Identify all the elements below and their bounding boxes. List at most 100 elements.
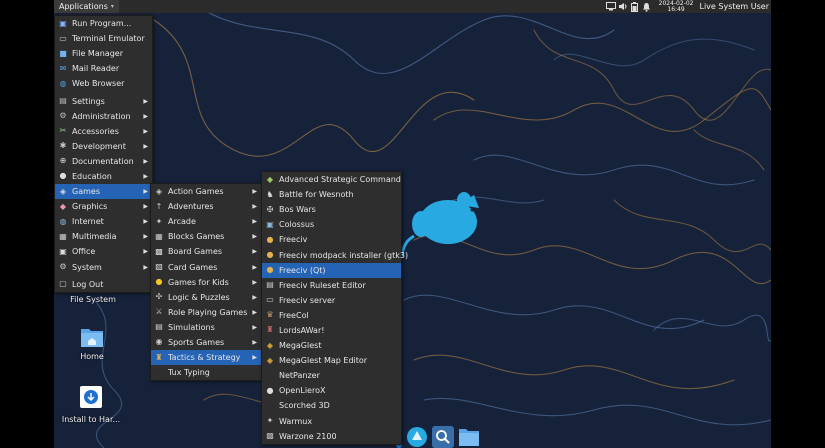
freeciv-icon: ● (266, 234, 274, 244)
dock-item-mouse[interactable] (406, 426, 428, 448)
education-icon: ● (59, 171, 67, 181)
desktop-icon-file-system[interactable]: File System (68, 295, 118, 304)
menu-item-graphics[interactable]: ◆ Graphics ▶ (55, 199, 152, 214)
menu-item-games[interactable]: ◈ Games ▶ (55, 184, 152, 200)
menu-item-file-manager[interactable]: ■ File Manager (55, 46, 152, 61)
menu-item-mail-reader[interactable]: ✉ Mail Reader (55, 61, 152, 76)
menu-item-web-browser[interactable]: ◍ Web Browser (55, 76, 152, 91)
menu-item-logic-puzzles[interactable]: ✣ Logic & Puzzles ▶ (151, 290, 261, 305)
megaglest-icon: ◆ (266, 340, 274, 350)
menu-item-documentation[interactable]: ⊕ Documentation ▶ (55, 154, 152, 169)
install-label: Install to Har... (61, 415, 121, 424)
menu-item-action-games[interactable]: ◈ Action Games ▶ (151, 184, 261, 199)
submenu-arrow-icon: ▶ (252, 233, 257, 241)
menu-item-administration[interactable]: ⚙ Administration ▶ (55, 109, 152, 124)
submenu-arrow-icon: ▶ (252, 338, 257, 346)
menu-item-tux-typing[interactable]: Tux Typing (151, 365, 261, 380)
submenu-arrow-icon: ▶ (143, 112, 148, 120)
menu-item-blocks-games[interactable]: ▦ Blocks Games ▶ (151, 229, 261, 244)
menu-item-colossus[interactable]: ▣ Colossus (262, 217, 401, 232)
menu-item-megaglest[interactable]: ◆ MegaGlest (262, 338, 401, 353)
menu-item-scorched-3d[interactable]: Scorched 3D (262, 398, 401, 413)
menu-item-education[interactable]: ● Education ▶ (55, 169, 152, 184)
top-panel: Applications ▾ 2024-02-02 16:49 Live Sys… (54, 0, 771, 13)
settings-icon: ▤ (59, 96, 67, 106)
menu-item-lordsawar[interactable]: ♜ LordsAWar! (262, 323, 401, 338)
menu-item-netpanzer[interactable]: NetPanzer (262, 368, 401, 383)
menu-item-games-for-kids[interactable]: ● Games for Kids ▶ (151, 275, 261, 290)
menu-item-sports-games[interactable]: ◉ Sports Games ▶ (151, 335, 261, 350)
menu-item-role-playing-games[interactable]: ⚔ Role Playing Games ▶ (151, 305, 261, 320)
documentation-icon: ⊕ (59, 156, 67, 166)
tactics-icon: ♜ (155, 352, 163, 362)
menu-item-card-games[interactable]: ▧ Card Games ▶ (151, 259, 261, 274)
menu-item-bos-wars[interactable]: ✠ Bos Wars (262, 202, 401, 217)
sports-icon: ◉ (155, 337, 163, 347)
netpanzer-icon (265, 371, 275, 381)
menu-item-advanced-strategic-command[interactable]: ◆ Advanced Strategic Command (262, 172, 401, 187)
menu-item-adventures[interactable]: ↑ Adventures ▶ (151, 199, 261, 214)
xfce-mouse-logo (395, 192, 479, 264)
globe-icon: ◍ (59, 78, 67, 88)
development-icon: ✱ (59, 141, 67, 151)
menu-item-warzone-2100[interactable]: ▩ Warzone 2100 (262, 429, 401, 444)
menu-item-freeciv[interactable]: ● Freeciv (262, 232, 401, 247)
submenu-arrow-icon: ▶ (143, 263, 148, 271)
gamepad-icon: ◈ (59, 186, 67, 196)
menu-item-board-games[interactable]: ▩ Board Games ▶ (151, 244, 261, 259)
multimedia-icon: ▦ (59, 231, 67, 241)
battery-icon[interactable] (629, 1, 641, 13)
freeciv-server-icon: ▭ (266, 295, 274, 305)
menu-item-tactics-strategy[interactable]: ♜ Tactics & Strategy ▶ (151, 350, 261, 366)
admin-icon: ⚙ (59, 111, 67, 121)
desktop-icon-home[interactable]: Home (72, 326, 112, 361)
menu-item-arcade[interactable]: ✦ Arcade ▶ (151, 214, 261, 229)
menu-item-system[interactable]: ⚙ System ▶ (55, 260, 152, 275)
menu-item-log-out[interactable]: ▢ Log Out (55, 277, 152, 292)
network-icon[interactable] (605, 1, 617, 13)
kids-icon: ● (155, 277, 163, 287)
notification-bell-icon[interactable] (641, 1, 653, 13)
logout-icon: ▢ (59, 279, 67, 289)
menu-item-freeciv-modpack-installer[interactable]: ● Freeciv modpack installer (gtk3) (262, 247, 409, 262)
system-tray: 2024-02-02 16:49 Live System User (605, 0, 771, 13)
puzzle-icon: ✣ (155, 292, 163, 302)
dock-item-search[interactable] (432, 426, 454, 448)
menu-item-freeciv-server[interactable]: ▭ Freeciv server (262, 293, 401, 308)
menu-item-warmux[interactable]: ✦ Warmux (262, 414, 401, 429)
volume-icon[interactable] (617, 1, 629, 13)
menu-item-development[interactable]: ✱ Development ▶ (55, 139, 152, 154)
ruleset-editor-icon: ▤ (266, 280, 274, 290)
clock[interactable]: 2024-02-02 16:49 (659, 0, 694, 13)
submenu-arrow-icon: ▶ (143, 157, 148, 165)
menu-item-terminal[interactable]: ▭ Terminal Emulator (55, 31, 152, 46)
menu-item-freeciv-ruleset-editor[interactable]: ▤ Freeciv Ruleset Editor (262, 278, 401, 293)
menu-item-freecol[interactable]: ♛ FreeCol (262, 308, 401, 323)
menu-item-run-program[interactable]: ▣ Run Program... (55, 16, 152, 31)
menu-item-accessories[interactable]: ✂ Accessories ▶ (55, 124, 152, 139)
menu-item-battle-for-wesnoth[interactable]: ♞ Battle for Wesnoth (262, 187, 401, 202)
submenu-arrow-icon: ▶ (252, 203, 257, 211)
user-menu[interactable]: Live System User (700, 2, 770, 11)
xfce-logo-icon (407, 427, 427, 447)
internet-icon: ◍ (59, 216, 67, 226)
menu-item-internet[interactable]: ◍ Internet ▶ (55, 214, 152, 229)
submenu-arrow-icon: ▶ (252, 323, 257, 331)
menu-item-megaglest-map-editor[interactable]: ◆ MegaGlest Map Editor (262, 353, 401, 368)
menu-item-multimedia[interactable]: ▦ Multimedia ▶ (55, 229, 152, 244)
applications-menu: ▣ Run Program... ▭ Terminal Emulator ■ File… (54, 15, 153, 293)
menu-item-office[interactable]: ▣ Office ▶ (55, 244, 152, 259)
menu-item-openlierox[interactable]: ● OpenLieroX (262, 383, 401, 398)
menu-item-freeciv-qt[interactable]: ● Freeciv (Qt) (262, 262, 401, 278)
mail-icon: ✉ (59, 63, 67, 73)
desktop-icon-install[interactable]: Install to Har... (60, 385, 122, 424)
submenu-arrow-icon: ▶ (143, 97, 148, 105)
menu-item-settings[interactable]: ▤ Settings ▶ (55, 93, 152, 108)
menu-item-simulations[interactable]: ▤ Simulations ▶ (151, 320, 261, 335)
clock-time: 16:49 (667, 5, 685, 13)
applications-button[interactable]: Applications ▾ (54, 0, 119, 13)
submenu-arrow-icon: ▶ (143, 127, 148, 135)
lordsawar-icon: ♜ (266, 325, 274, 335)
dock-item-files[interactable] (458, 426, 480, 448)
tux-typing-icon (154, 368, 164, 378)
